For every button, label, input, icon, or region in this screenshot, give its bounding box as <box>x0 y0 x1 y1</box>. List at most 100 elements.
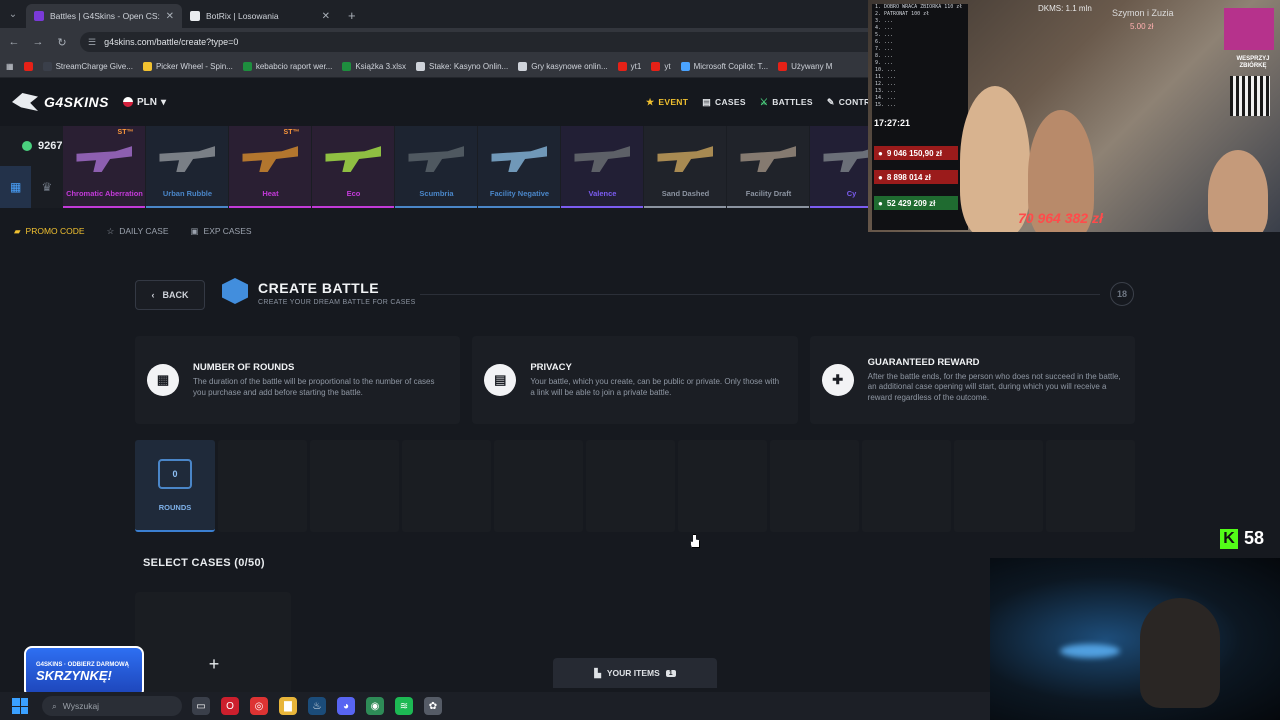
round-slot <box>862 440 951 532</box>
privacy-document-icon: ▤ <box>484 364 517 396</box>
apps-grid-icon[interactable]: ▦ <box>6 62 14 71</box>
drop-item[interactable]: Facility Draft <box>727 126 810 208</box>
drop-item[interactable]: Valence <box>561 126 644 208</box>
board-row: 13. ... <box>875 88 897 94</box>
drop-item[interactable]: Eco <box>312 126 395 208</box>
exp-cases-link[interactable]: ▣ EXP CASES <box>191 226 252 237</box>
steam-icon[interactable]: ♨ <box>308 697 326 715</box>
round-slot <box>586 440 675 532</box>
chrome-icon[interactable]: ◉ <box>366 697 384 715</box>
board-row: 10. ... <box>875 67 897 73</box>
task-view-icon[interactable]: ▭ <box>192 697 210 715</box>
round-slot <box>218 440 307 532</box>
taskbar-search[interactable]: ⌕ Wyszukaj <box>42 696 182 716</box>
app-icon[interactable]: ✿ <box>424 697 442 715</box>
close-tab-icon[interactable]: ✕ <box>322 11 330 22</box>
bookmark-item[interactable]: Książka 3.xlsx <box>342 62 406 71</box>
case-outline-icon: 0 <box>158 458 192 489</box>
main-nav: ★ EVENT ▤ CASES ⚔ BATTLES ✎ CONTRA <box>646 78 877 126</box>
board-row: 3. ... <box>875 18 894 24</box>
tab-search-icon[interactable]: ⌄ <box>0 0 26 28</box>
promo-label: WESPRZYJ ZBIÓRKĘ <box>1236 56 1270 69</box>
bookmark-item[interactable]: Gry kasynowe onlin... <box>518 62 608 71</box>
site-logo[interactable]: G4SKINS <box>12 93 109 111</box>
round-slot <box>494 440 583 532</box>
bookmark-item[interactable]: StreamCharge Give... <box>42 62 133 71</box>
qr-code-icon <box>1230 76 1270 116</box>
opera-gx-icon[interactable]: ◎ <box>250 697 268 715</box>
reload-icon[interactable]: ↻ <box>56 36 68 49</box>
drop-item[interactable]: ST™ Heat <box>229 126 312 208</box>
promo-code-link[interactable]: ▰ PROMO CODE <box>14 226 85 237</box>
add-case-plus-icon[interactable]: + <box>202 652 226 676</box>
bookmark-item[interactable]: kebabcio raport wer... <box>242 62 333 71</box>
close-tab-icon[interactable]: ✕ <box>166 11 174 22</box>
bookmark-item[interactable]: Microsoft Copilot: T... <box>680 62 768 71</box>
board-row: 15. ... <box>875 102 897 108</box>
info-card-reward: ✚ GUARANTEED REWARD After the battle end… <box>809 336 1135 424</box>
streamer-silhouette <box>1140 598 1220 708</box>
money-icon: ● <box>878 198 883 208</box>
tab-botrix[interactable]: BotRix | Losowania ✕ <box>182 4 338 28</box>
nav-battles[interactable]: ⚔ BATTLES <box>760 97 813 108</box>
nav-label: EVENT <box>658 97 689 107</box>
botrix-favicon-icon <box>190 11 200 21</box>
bookmark-item[interactable]: Używany M <box>778 62 832 71</box>
all-drops-grid-icon[interactable]: ▦ <box>0 166 32 208</box>
discord-icon[interactable]: ◕ <box>337 697 355 715</box>
bookmark-item[interactable]: Picker Wheel - Spin... <box>142 62 233 71</box>
stream-goal-name: Szymon i Zuzia <box>1112 8 1174 18</box>
drop-item[interactable]: Scumbria <box>395 126 478 208</box>
kick-viewer-counter: K 58 <box>1220 528 1264 549</box>
youtube-icon <box>23 62 33 71</box>
board-row: 7. ... <box>875 46 894 52</box>
drop-skin-name: Heat <box>262 189 279 198</box>
windows-start-icon[interactable] <box>12 698 28 714</box>
drop-item[interactable]: Sand Dashed <box>644 126 727 208</box>
site-info-icon[interactable]: ☰ <box>88 37 96 48</box>
new-tab-icon[interactable]: + <box>338 4 366 28</box>
daily-case-link[interactable]: ☆ DAILY CASE <box>107 226 169 237</box>
bookmark-item[interactable]: yt <box>651 62 671 71</box>
stream-big-total: 70 964 382 zł <box>1018 210 1103 226</box>
your-items-button[interactable]: ▙ YOUR ITEMS 1 <box>553 658 717 688</box>
drop-item[interactable]: Facility Negative <box>478 126 561 208</box>
bookmark-item[interactable]: Stake: Kasyno Onlin... <box>416 62 508 71</box>
taskbar-search-placeholder: Wyszukaj <box>62 701 100 711</box>
bookmark-label: kebabcio raport wer... <box>255 62 333 71</box>
nav-event[interactable]: ★ EVENT <box>646 97 688 108</box>
info-title: PRIVACY <box>530 362 572 373</box>
currency-selector[interactable]: PLN ▾ <box>122 97 166 108</box>
sheets-icon <box>342 62 352 71</box>
spotify-icon[interactable]: ≋ <box>395 697 413 715</box>
info-title: GUARANTEED REWARD <box>867 356 980 368</box>
streamer-webcam <box>990 558 1280 720</box>
ticket-icon: ▰ <box>14 225 21 236</box>
back-button[interactable]: ‹ BACK <box>135 280 205 310</box>
stream-clock: 17:27:21 <box>874 118 911 128</box>
nav-cases[interactable]: ▤ CASES <box>702 97 746 108</box>
file-explorer-icon[interactable]: ▇ <box>279 697 297 715</box>
board-row: 9. ... <box>875 60 894 66</box>
windows-taskbar: ⌕ Wyszukaj ▭ O ◎ ▇ ♨ ◕ ◉ ≋ ✿ <box>0 692 990 720</box>
back-arrow-icon[interactable]: ← <box>8 36 20 48</box>
tab-battles[interactable]: Battles | G4Skins - Open CS:GO ✕ <box>26 4 182 28</box>
bookmark-item[interactable]: yt1 <box>617 62 642 71</box>
info-title: NUMBER OF ROUNDS <box>193 362 295 373</box>
bookmark-item[interactable] <box>23 62 33 71</box>
board-row: 12. ... <box>875 81 897 87</box>
info-text: Your battle, which you create, can be pu… <box>530 377 780 397</box>
rounds-counter: 0 ROUNDS <box>135 440 215 532</box>
free-case-promo-badge[interactable]: G4SKINS · ODBIERZ DARMOWĄ SKRZYNKĘ! <box>24 646 144 698</box>
top-drops-crown-icon[interactable]: ♛ <box>31 166 62 208</box>
forward-arrow-icon[interactable]: → <box>32 36 44 48</box>
bookmark-label: yt1 <box>630 62 642 71</box>
cases-icon: ▤ <box>702 96 712 107</box>
url-text: g4skins.com/battle/create?type=0 <box>104 37 239 47</box>
stream-total-2: ● 8 898 014 zł <box>874 170 958 184</box>
bookmark-label: Gry kasynowe onlin... <box>531 62 608 71</box>
bookmark-label: Stake: Kasyno Onlin... <box>429 62 509 71</box>
drop-item[interactable]: Urban Rubble <box>146 126 229 208</box>
drop-item[interactable]: ST™ Chromatic Aberration <box>63 126 146 208</box>
opera-icon[interactable]: O <box>221 697 239 715</box>
